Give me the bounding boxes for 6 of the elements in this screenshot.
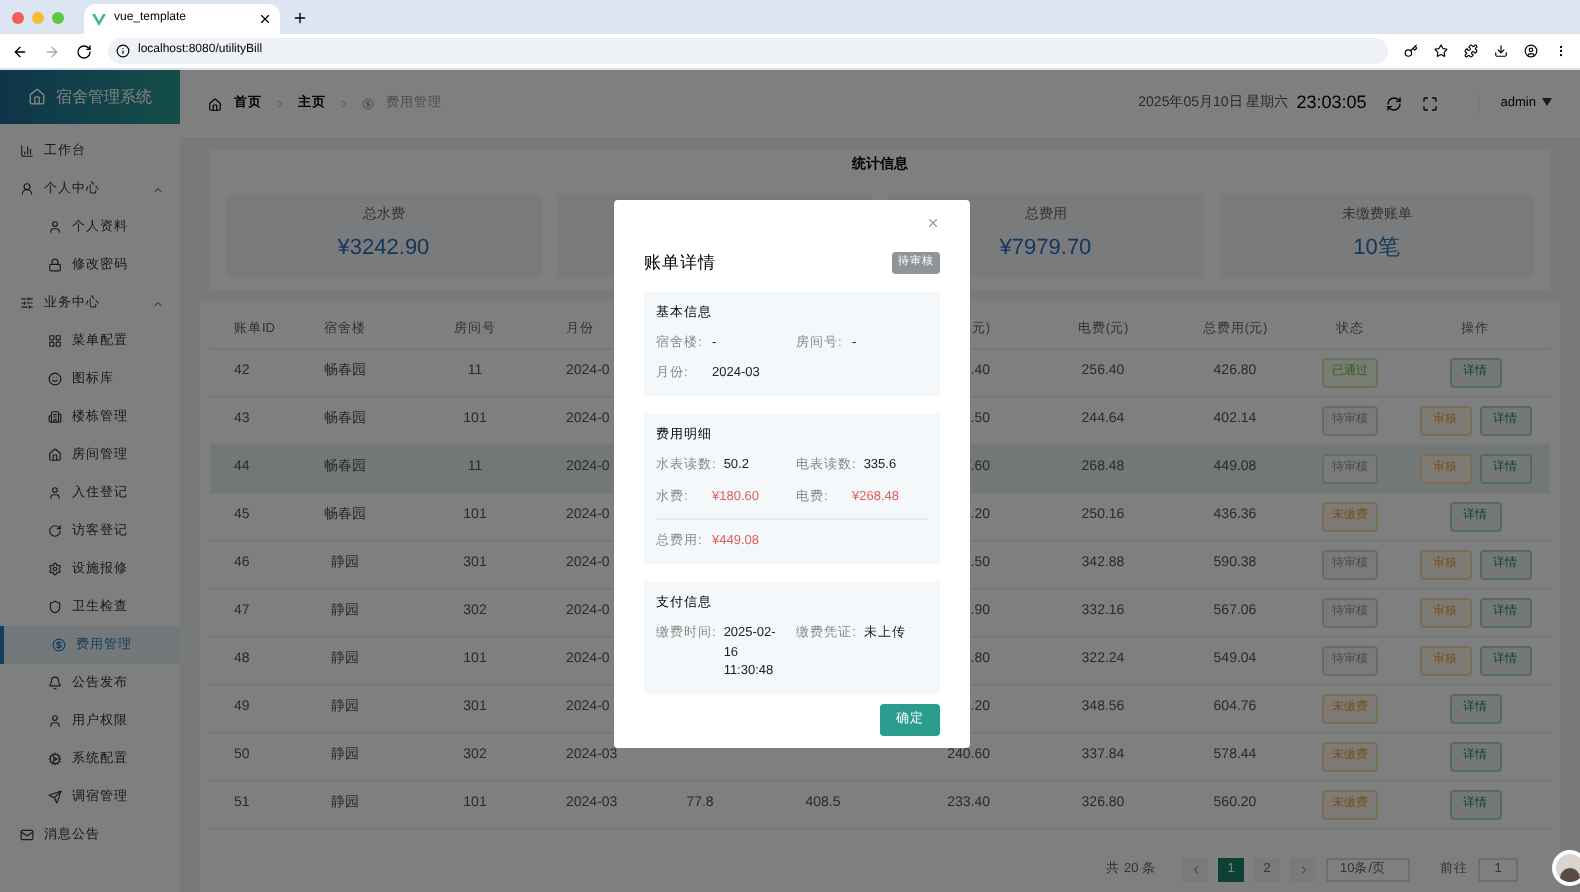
stat-value: 10笔: [1353, 234, 1400, 264]
dialog-title: 账单详情: [644, 250, 718, 276]
clock-time: 23:03:05: [1296, 90, 1367, 117]
stat-value: ¥7979.70: [999, 234, 1092, 264]
logo-text: 宿舍管理系统: [56, 85, 152, 109]
stat-value: ¥3242.90: [337, 234, 430, 264]
